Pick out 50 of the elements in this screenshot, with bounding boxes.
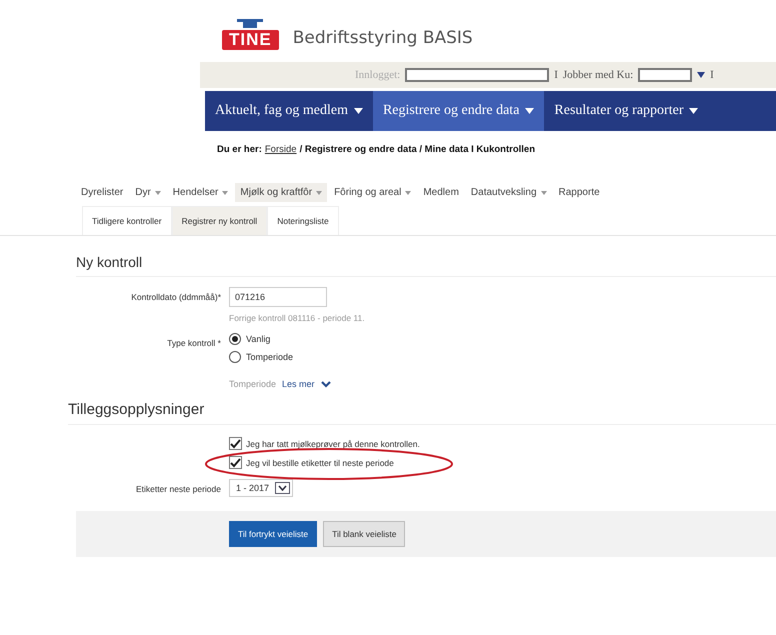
- section-heading: Tilleggsopplysninger: [68, 401, 776, 425]
- caret-icon[interactable]: [697, 72, 706, 78]
- hint-text: Forrige kontroll 081116 - periode 11.: [229, 313, 365, 323]
- field-label: Etiketter neste periode: [134, 483, 221, 496]
- tab[interactable]: Noteringsliste: [267, 206, 339, 235]
- separator-text: I: [554, 69, 558, 81]
- action-button[interactable]: Til blank veieliste: [323, 521, 406, 547]
- chevron-icon[interactable]: [320, 380, 331, 388]
- nav-item[interactable]: Registrere og endre data: [372, 91, 544, 131]
- subnav-item[interactable]: Mjølk og kraftfôr: [235, 183, 328, 202]
- subnav-item[interactable]: Rapporte: [554, 183, 605, 202]
- radio-label: Tomperiode: [246, 352, 294, 362]
- breadcrumb-link[interactable]: Forside: [264, 144, 297, 155]
- cow-select-field[interactable]: [638, 68, 692, 82]
- tab[interactable]: Tidligere kontroller: [82, 206, 172, 235]
- nav-item[interactable]: Aktuelt, fag og medlem: [205, 91, 373, 131]
- caret-icon: [689, 108, 698, 114]
- info-text: Tomperiode: [229, 379, 276, 389]
- breadcrumb-path: / Registrere og endre data / Mine data I Kukontrollen: [300, 144, 535, 155]
- nav-item[interactable]: Resultater og rapporter: [544, 91, 708, 131]
- section-heading: Ny kontroll: [76, 254, 776, 277]
- radio-label: Vanlig: [246, 334, 270, 344]
- subnav-item[interactable]: Hendelser: [168, 183, 234, 202]
- logo-text: TINE: [222, 30, 279, 50]
- period-select[interactable]: 1 - 2017: [229, 479, 294, 497]
- app-title: Bedriftsstyring BASIS: [292, 28, 473, 50]
- caret-icon: [525, 108, 534, 114]
- subnav-item[interactable]: Dyrelister: [76, 183, 128, 202]
- subnav-item[interactable]: Dyr: [130, 183, 166, 202]
- subnav-item[interactable]: Medlem: [418, 183, 464, 202]
- caret-icon: [354, 108, 363, 114]
- checkbox[interactable]: [229, 437, 242, 450]
- radio-button[interactable]: [229, 333, 241, 345]
- checkbox-label: Jeg vil bestille etiketter til neste periode: [246, 458, 394, 468]
- read-more-link[interactable]: Les mer: [282, 379, 315, 389]
- caret-icon: [278, 485, 288, 491]
- logged-in-label: Innlogget:: [355, 69, 400, 81]
- subnav-item[interactable]: Datautveksling: [466, 183, 552, 202]
- working-with-label: Jobber med Ku:: [562, 69, 634, 81]
- separator-text: I: [710, 69, 714, 81]
- action-button[interactable]: Til fortrykt veieliste: [229, 521, 318, 547]
- breadcrumb-label: Du er her:: [217, 144, 262, 155]
- field-label: Type kontroll *: [166, 337, 221, 350]
- checkbox[interactable]: [229, 456, 242, 469]
- date-input[interactable]: 071216: [229, 287, 327, 307]
- field-label: Kontrolldato (ddmmåå)*: [130, 291, 221, 304]
- radio-button[interactable]: [229, 351, 241, 363]
- subnav-item[interactable]: Fôring og areal: [329, 183, 416, 202]
- tab[interactable]: Registrer ny kontroll: [172, 206, 268, 235]
- checkbox-label: Jeg har tatt mjølkeprøver på denne kontrollen.: [246, 438, 420, 448]
